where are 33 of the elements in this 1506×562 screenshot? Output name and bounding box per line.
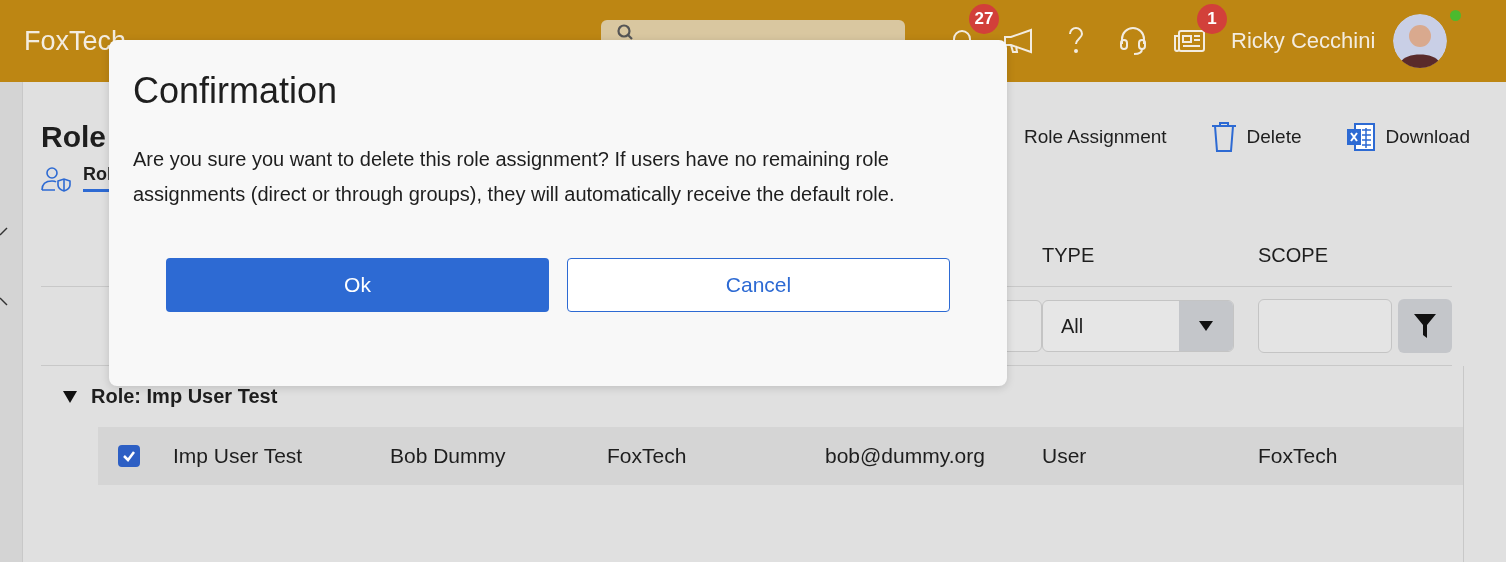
- spreadsheet-icon: [1345, 122, 1376, 152]
- toolbar-button[interactable]: Role Assignment: [1024, 126, 1167, 148]
- column-header: SCOPE: [1258, 244, 1330, 268]
- table-cell-text: FoxTech: [607, 444, 688, 468]
- toolbar-button[interactable]: Download: [1345, 122, 1470, 152]
- cancel-button[interactable]: Cancel: [567, 258, 950, 312]
- row-checkbox[interactable]: [118, 445, 140, 467]
- type-dropdown[interactable]: All: [1042, 300, 1234, 352]
- user-shield-icon: [41, 166, 71, 192]
- scope-field[interactable]: [1258, 299, 1392, 353]
- filter-icon: [1414, 314, 1436, 338]
- table-cell-text: Bob Dummy: [390, 444, 507, 468]
- notification-badge: 1: [1197, 4, 1228, 34]
- table-cell-text: User: [1042, 444, 1088, 468]
- avatar[interactable]: [1393, 14, 1448, 68]
- expand-toggle[interactable]: [63, 390, 77, 403]
- trash-icon: [1210, 121, 1237, 153]
- toolbar-button[interactable]: Delete: [1210, 121, 1302, 153]
- group-label: Role: Imp User Test: [91, 385, 278, 408]
- table-cell-text: bob@dummy.org: [825, 444, 986, 468]
- notification-badge: 27: [969, 4, 1000, 34]
- dialog-message: Are you sure you want to delete this role assignment? If users have no remaining role assignments (direct or through groups), they will automatically receive the default role.: [133, 147, 896, 207]
- search-icon: [617, 24, 634, 40]
- column-header: TYPE: [1042, 244, 1096, 268]
- check-icon: [122, 450, 136, 462]
- table-cell-text: FoxTech: [1258, 444, 1339, 468]
- table-row[interactable]: Imp User Test Bob Dummy FoxTech bob@dummy.org User FoxTech: [98, 427, 1463, 485]
- filter-button[interactable]: [1398, 299, 1452, 353]
- ok-button[interactable]: Ok: [166, 258, 549, 312]
- dialog-title: Confirmation: [133, 70, 339, 112]
- page-title: Role: [41, 120, 106, 154]
- table-cell-text: Imp User Test: [173, 444, 304, 468]
- dropdown-arrow-icon: [1199, 321, 1213, 331]
